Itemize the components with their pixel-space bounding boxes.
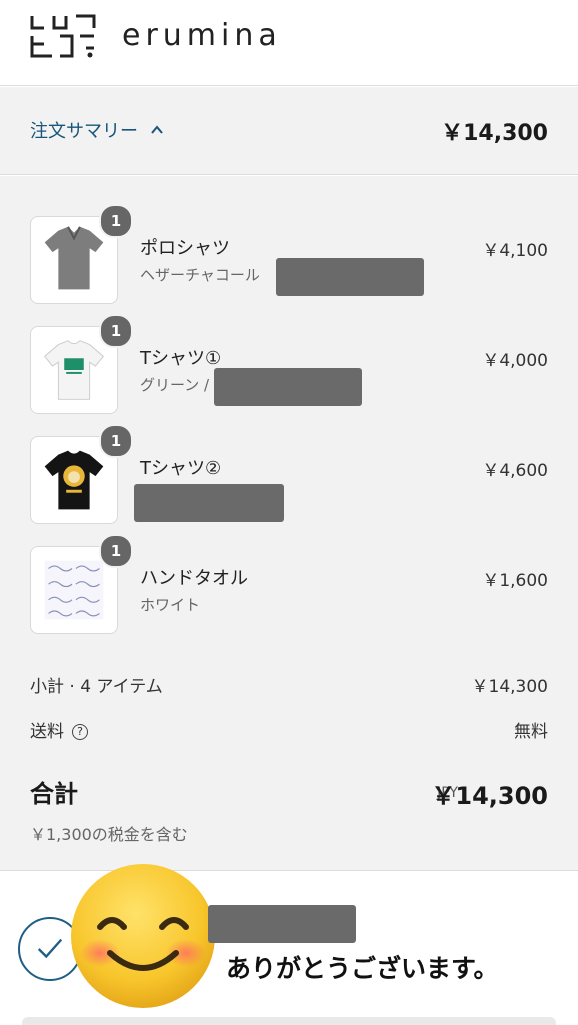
brand-name[interactable]: erumina [122,18,282,53]
total-label: 合計 [30,780,78,808]
item-variant: ヘザーチャコール [140,266,260,284]
thank-you-message: ありがとうございます。 [226,954,499,983]
order-summary-label: 注文サマリー [30,121,138,142]
chevron-up-icon [151,125,163,134]
tax-note: ￥1,300の税金を含む [30,825,188,844]
help-icon[interactable]: ? [72,724,88,740]
item-variant: グリーン / [140,376,210,394]
confirmation-section: ありがとうございます。 [0,864,578,1025]
subtotal-row: 小計 · 4 アイテム ￥14,300 [30,672,548,697]
order-summary-panel: 1 ポロシャツ ヘザーチャコール ￥4,100 1 Tシャツ① グリーン / ￥… [0,176,578,870]
order-summary-toggle[interactable]: 注文サマリー [30,117,164,143]
item-price: ￥1,600 [482,571,548,591]
line-item: 1 Tシャツ② ￥4,600 [0,424,578,528]
item-name: Tシャツ① [140,348,222,369]
quantity-badge: 1 [99,424,133,458]
shipping-value: 無料 [514,722,548,742]
item-name: ハンドタオル [140,568,248,589]
site-header: erumina [0,0,578,86]
redacted-block [214,368,362,406]
shipping-row: 送料? 無料 [30,717,548,742]
total-value: ￥14,300 [431,782,548,810]
item-price: ￥4,600 [482,461,548,481]
redacted-block [134,484,284,522]
item-name: ポロシャツ [140,238,230,259]
item-name: Tシャツ② [140,458,222,479]
item-price: ￥4,100 [482,241,548,261]
shipping-label: 送料 [30,722,64,742]
item-variant: ホワイト [140,596,201,614]
line-item: 1 ハンドタオル ホワイト ￥1,600 [0,534,578,638]
redacted-block [276,258,424,296]
smiling-face-emoji-icon [71,864,215,1008]
subtotal-value: ￥14,300 [471,677,548,697]
line-item: 1 ポロシャツ ヘザーチャコール ￥4,100 [0,204,578,308]
line-item: 1 Tシャツ① グリーン / ￥4,000 [0,314,578,418]
redacted-block [208,905,356,943]
subtotal-label: 小計 · 4 アイテム [30,677,163,697]
erumina-logo-icon[interactable] [30,14,96,58]
item-price: ￥4,000 [482,351,548,371]
quantity-badge: 1 [99,204,133,238]
quantity-badge: 1 [99,534,133,568]
summary-total: ￥14,300 [441,121,548,146]
quantity-badge: 1 [99,314,133,348]
order-summary-bar: 注文サマリー ￥14,300 [0,87,578,175]
